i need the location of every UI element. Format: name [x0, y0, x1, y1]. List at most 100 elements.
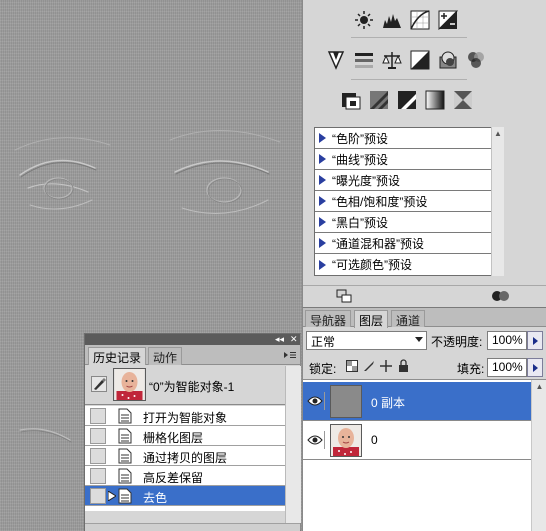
history-state-label: 去色	[143, 491, 168, 505]
hue-saturation-icon[interactable]	[353, 49, 375, 71]
history-snapshot[interactable]: “0”为智能对象-1	[85, 366, 285, 405]
history-panel: ◂◂ ✕ 历史记录 动作 “0”为智能对象-1 打开为智能对象 栅格化图层 通过…	[84, 333, 301, 531]
opacity-slider-button[interactable]	[527, 331, 543, 350]
close-icon[interactable]: ✕	[290, 334, 298, 345]
expand-arrow-icon[interactable]	[319, 154, 326, 164]
expand-arrow-icon[interactable]	[319, 217, 326, 227]
adjustments-footer	[303, 285, 546, 307]
scroll-up-icon[interactable]: ▲	[532, 380, 546, 393]
preset-selective-color[interactable]: “可选颜色”预设	[315, 254, 503, 275]
layers-tabbar: 导航器 图层 通道	[303, 308, 546, 328]
expand-arrow-icon[interactable]	[319, 259, 326, 270]
exposure-icon[interactable]	[437, 9, 459, 31]
separator	[351, 37, 467, 38]
expand-arrow-icon[interactable]	[319, 133, 326, 143]
threshold-icon[interactable]	[396, 89, 418, 111]
document-state-icon	[118, 428, 132, 444]
preset-channel-mixer[interactable]: “通道混和器”预设	[315, 233, 503, 254]
posterize-icon[interactable]	[368, 89, 390, 111]
snapshot-label: “0”为智能对象-1	[149, 380, 235, 394]
document-state-icon	[118, 488, 132, 504]
preset-exposure[interactable]: “曝光度”预设	[315, 170, 503, 191]
lock-transparency-icon[interactable]	[346, 360, 358, 372]
view-previous-state-icon[interactable]	[491, 289, 511, 303]
curves-icon[interactable]	[409, 9, 431, 31]
history-state-label: 栅格化图层	[143, 431, 204, 445]
history-source-checkbox[interactable]	[90, 448, 106, 464]
history-state-row[interactable]: 高反差保留	[85, 466, 285, 486]
history-source-checkbox[interactable]	[90, 428, 106, 444]
history-brush-source-icon[interactable]	[91, 376, 107, 392]
photo-filter-icon[interactable]	[437, 49, 459, 71]
visibility-eye-icon[interactable]	[305, 392, 325, 410]
expand-arrow-icon[interactable]	[319, 238, 326, 248]
selective-color-icon[interactable]	[452, 89, 474, 111]
tab-history[interactable]: 历史记录	[88, 347, 147, 365]
lock-position-icon[interactable]	[380, 360, 392, 372]
layers-list: 0 副本 0 ▲	[303, 379, 546, 531]
fill-field[interactable]: 100%	[487, 358, 527, 377]
history-state-row[interactable]: 通过拷贝的图层	[85, 446, 285, 466]
color-balance-icon[interactable]	[381, 49, 403, 71]
snapshot-thumbnail	[113, 368, 146, 401]
preset-curves[interactable]: “曲线”预设	[315, 149, 503, 170]
history-scrollbar[interactable]	[285, 366, 301, 523]
opacity-label: 不透明度:	[431, 335, 483, 349]
brightness-contrast-icon[interactable]	[353, 9, 375, 31]
layers-scrollbar[interactable]: ▲	[531, 380, 546, 531]
fill-label: 填充:	[457, 362, 485, 376]
history-state-row[interactable]: 打开为智能对象	[85, 406, 285, 426]
history-state-label: 高反差保留	[143, 471, 204, 485]
history-source-checkbox[interactable]	[90, 468, 106, 484]
separator	[351, 79, 467, 80]
layers-panel: 导航器 图层 通道 正常 不透明度: 100% 锁定: 填充: 100% 0 副…	[302, 307, 546, 531]
tab-navigator[interactable]: 导航器	[305, 310, 352, 328]
history-tabbar: 历史记录 动作	[85, 345, 300, 365]
history-state-row[interactable]: 栅格化图层	[85, 426, 285, 446]
preset-levels[interactable]: “色阶”预设	[315, 128, 503, 149]
history-state-row[interactable]: 去色	[85, 486, 285, 506]
chevron-down-icon	[415, 337, 423, 342]
scroll-up-icon[interactable]: ▲	[492, 127, 504, 140]
lock-all-icon[interactable]	[398, 359, 409, 372]
child-photo-thumbnail	[331, 425, 361, 456]
layer-row[interactable]: 0	[303, 421, 531, 460]
layer-name[interactable]: 0	[371, 433, 378, 447]
panel-menu-icon[interactable]	[283, 351, 297, 359]
tab-channels[interactable]: 通道	[391, 310, 426, 328]
gradient-map-icon[interactable]	[424, 89, 446, 111]
expand-arrow-icon[interactable]	[319, 196, 326, 206]
adjustment-icons-row-1	[353, 9, 459, 31]
black-white-icon[interactable]	[409, 49, 431, 71]
expand-arrow-icon[interactable]	[319, 175, 326, 185]
fill-slider-button[interactable]	[527, 358, 543, 377]
tab-layers[interactable]: 图层	[354, 310, 389, 328]
history-source-checkbox[interactable]	[90, 408, 106, 424]
lock-label: 锁定:	[309, 362, 337, 376]
channel-mixer-icon[interactable]	[465, 49, 487, 71]
preset-hue-saturation[interactable]: “色相/饱和度”预设	[315, 191, 503, 212]
levels-icon[interactable]	[381, 9, 403, 31]
layer-thumbnail	[330, 385, 362, 418]
child-photo-thumbnail	[114, 369, 145, 400]
presets-scrollbar[interactable]: ▲	[491, 127, 504, 276]
history-state-slider-icon[interactable]	[108, 491, 116, 501]
layer-name[interactable]: 0 副本	[371, 394, 405, 411]
vibrance-icon[interactable]	[325, 49, 347, 71]
layer-row[interactable]: 0 副本	[303, 382, 531, 421]
tab-actions[interactable]: 动作	[148, 347, 183, 365]
adjustment-presets-list: “色阶”预设 “曲线”预设 “曝光度”预设 “色相/饱和度”预设 “黑白”预设 …	[314, 127, 504, 276]
blend-mode-select[interactable]: 正常	[306, 331, 427, 350]
adjustments-panel: “色阶”预设 “曲线”预设 “曝光度”预设 “色相/饱和度”预设 “黑白”预设 …	[302, 0, 546, 307]
history-states-list: 打开为智能对象 栅格化图层 通过拷贝的图层 高反差保留 去色	[85, 406, 285, 511]
lock-image-pixels-icon[interactable]	[363, 360, 375, 372]
history-source-checkbox[interactable]	[90, 488, 106, 504]
panel-titlebar[interactable]: ◂◂ ✕	[85, 334, 300, 345]
collapse-icon[interactable]: ◂◂	[275, 334, 284, 345]
clip-to-layer-icon[interactable]	[336, 289, 352, 303]
opacity-field[interactable]: 100%	[487, 331, 527, 350]
layer-thumbnail	[330, 424, 362, 457]
visibility-eye-icon[interactable]	[305, 431, 325, 449]
invert-icon[interactable]	[340, 89, 362, 111]
preset-black-white[interactable]: “黑白”预设	[315, 212, 503, 233]
